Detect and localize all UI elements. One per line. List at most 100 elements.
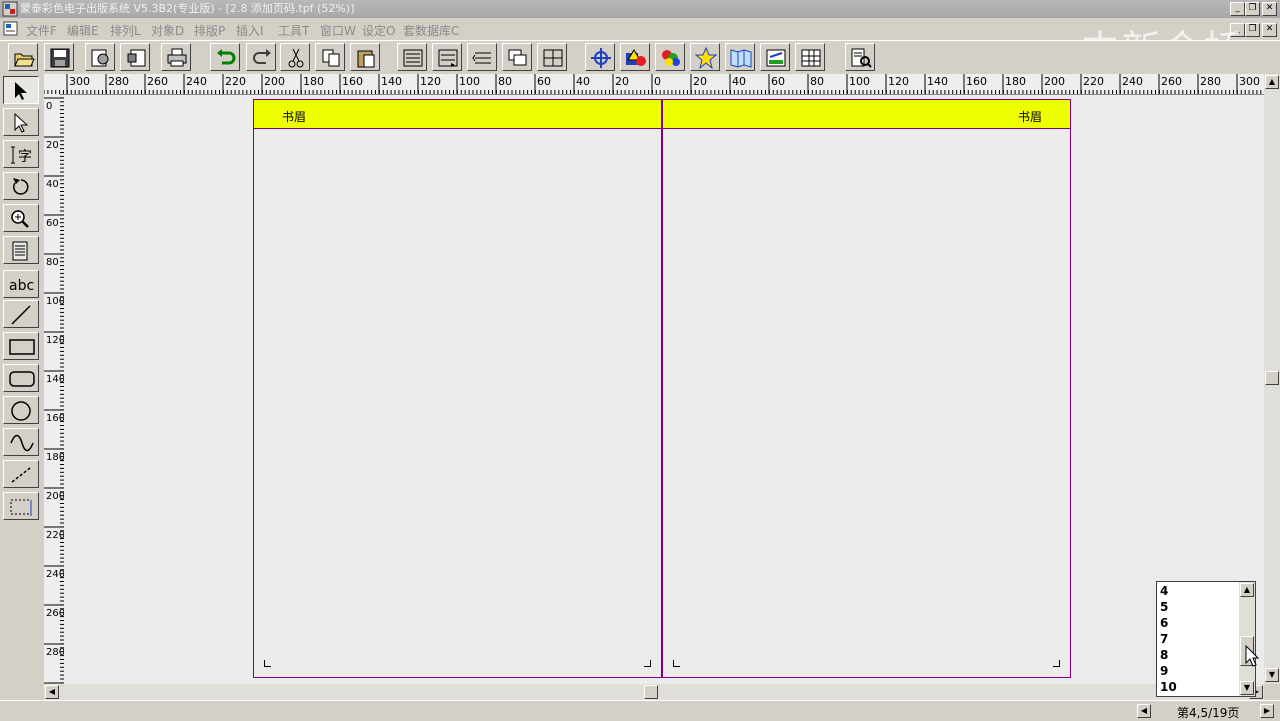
page-list-item[interactable]: 8 (1160, 647, 1168, 663)
text-link-button[interactable] (432, 43, 462, 71)
right-page-header[interactable]: 书眉 (663, 100, 1070, 129)
minimize-button[interactable]: _ (1230, 2, 1245, 16)
preview-button[interactable] (845, 43, 875, 71)
color-palette-button[interactable] (655, 43, 685, 71)
page-list-item[interactable]: 7 (1160, 631, 1168, 647)
page-list[interactable]: 4 5 6 7 8 9 10 ▲ ▼ (1156, 581, 1256, 697)
frame-tool[interactable] (3, 492, 39, 520)
menu-typeset[interactable]: 排版P (194, 22, 225, 39)
star-button[interactable] (690, 43, 720, 71)
horizontal-scroll-thumb[interactable] (644, 685, 658, 699)
page-list-item[interactable]: 4 (1160, 583, 1168, 599)
ellipse-tool[interactable] (3, 396, 39, 424)
rectangle-tool[interactable] (3, 332, 39, 360)
direct-select-tool[interactable] (3, 108, 39, 136)
app-icon (2, 1, 18, 17)
page-list-down-button[interactable]: ▼ (1240, 681, 1254, 695)
ruler-label: 60 (537, 75, 551, 88)
ruler-label: 80 (810, 75, 824, 88)
export-image-button[interactable] (120, 43, 150, 71)
page-list-scrollbar[interactable]: ▲ ▼ (1239, 582, 1255, 696)
menu-tools[interactable]: 工具T (278, 22, 309, 39)
menu-database[interactable]: 套数据库C (403, 22, 459, 39)
menu-arrange[interactable]: 排列L (110, 22, 141, 39)
page-list-item[interactable]: 5 (1160, 599, 1168, 615)
ruler-label: 220 (225, 75, 246, 88)
doc-restore-button[interactable]: ❐ (1245, 23, 1260, 37)
rounded-rect-tool[interactable] (3, 364, 39, 392)
left-header-text[interactable]: 书眉 (282, 108, 306, 125)
rotate-tool[interactable] (3, 172, 39, 200)
text-box-tool[interactable]: abc (3, 270, 39, 298)
page-tool[interactable] (3, 236, 39, 264)
menu-insert[interactable]: 插入I (236, 22, 264, 39)
menu-window[interactable]: 窗口W (320, 22, 356, 39)
left-page[interactable]: 书眉 (253, 99, 662, 678)
page-list-item[interactable]: 6 (1160, 615, 1168, 631)
cut-button[interactable] (280, 43, 310, 71)
print-button[interactable] (161, 43, 191, 71)
page-indicator: 第4,5/19页 (1177, 706, 1240, 720)
line-tool[interactable] (3, 300, 39, 328)
zoom-tool[interactable] (3, 204, 39, 232)
menu-settings[interactable]: 设定O (362, 22, 395, 39)
layer-button[interactable] (502, 43, 532, 71)
scroll-left-button[interactable]: ◀ (45, 685, 59, 699)
undo-button[interactable] (210, 43, 240, 71)
curve-tool[interactable] (3, 428, 39, 456)
svg-text:字: 字 (18, 149, 32, 165)
dashed-line-tool[interactable] (3, 460, 39, 488)
open-button[interactable] (8, 43, 38, 71)
page-list-up-button[interactable]: ▲ (1240, 583, 1254, 597)
redo-button[interactable] (246, 43, 276, 71)
text-unlink-icon (472, 52, 491, 64)
copy-button[interactable] (315, 43, 345, 71)
menu-edit[interactable]: 编辑E (67, 22, 99, 39)
scroll-down-button[interactable]: ▼ (1265, 668, 1279, 682)
import-image-icon (91, 49, 109, 67)
close-button[interactable]: ✕ (1262, 2, 1277, 16)
next-page-button[interactable]: ▶ (1260, 704, 1274, 718)
scroll-up-button[interactable]: ▲ (1265, 75, 1279, 89)
ruler-label: 140 (46, 374, 64, 385)
ruler-label: 200 (1044, 75, 1065, 88)
map-button[interactable] (725, 43, 755, 71)
import-image-button[interactable] (85, 43, 115, 71)
vertical-ruler[interactable]: 0204060801001201401601802002202402602803… (44, 94, 65, 684)
left-page-header[interactable]: 书眉 (254, 100, 661, 129)
page-list-item[interactable]: 10 (1160, 679, 1177, 695)
crop-mark (1053, 660, 1060, 667)
page-list-item[interactable]: 9 (1160, 663, 1168, 679)
ruler-label: 220 (46, 530, 64, 541)
move-button[interactable] (585, 43, 615, 71)
text-tool[interactable]: 字 (3, 140, 39, 168)
chart-button[interactable] (760, 43, 790, 71)
select-tool[interactable] (3, 76, 39, 104)
clipboard-icon (357, 50, 375, 68)
doc-close-button[interactable]: ✕ (1262, 23, 1277, 37)
horizontal-ruler[interactable]: 300 280 260 240 220 200 180 160 140 120 100 80 60 40 2… (44, 74, 1264, 95)
vertical-scroll-thumb[interactable] (1265, 371, 1279, 385)
text-unlink-button[interactable] (467, 43, 497, 71)
document-canvas[interactable]: 书眉 书眉 (64, 95, 1264, 684)
text-flow-button[interactable] (397, 43, 427, 71)
right-page[interactable]: 书眉 (662, 99, 1071, 678)
ruler-label: 260 (147, 75, 168, 88)
shape-color-button[interactable] (620, 43, 650, 71)
ruler-label: 40 (732, 75, 746, 88)
menu-object[interactable]: 对象D (151, 22, 184, 39)
right-header-text[interactable]: 书眉 (1018, 108, 1042, 125)
document-icon[interactable] (3, 21, 18, 36)
ruler-label: 240 (46, 569, 64, 580)
status-bar: ◀ 第4,5/19页 ▶ (0, 700, 1280, 721)
horizontal-scrollbar[interactable]: ◀ ▶ (44, 684, 1264, 700)
paste-button[interactable] (350, 43, 380, 71)
table-button[interactable] (795, 43, 825, 71)
save-button[interactable] (44, 43, 74, 71)
ruler-label: 120 (420, 75, 441, 88)
group-button[interactable] (537, 43, 567, 71)
prev-page-button[interactable]: ◀ (1137, 704, 1151, 718)
vertical-scrollbar[interactable]: ▲ ▼ (1264, 74, 1280, 684)
maximize-button[interactable]: ❐ (1245, 2, 1260, 16)
menu-file[interactable]: 文件F (26, 22, 57, 39)
